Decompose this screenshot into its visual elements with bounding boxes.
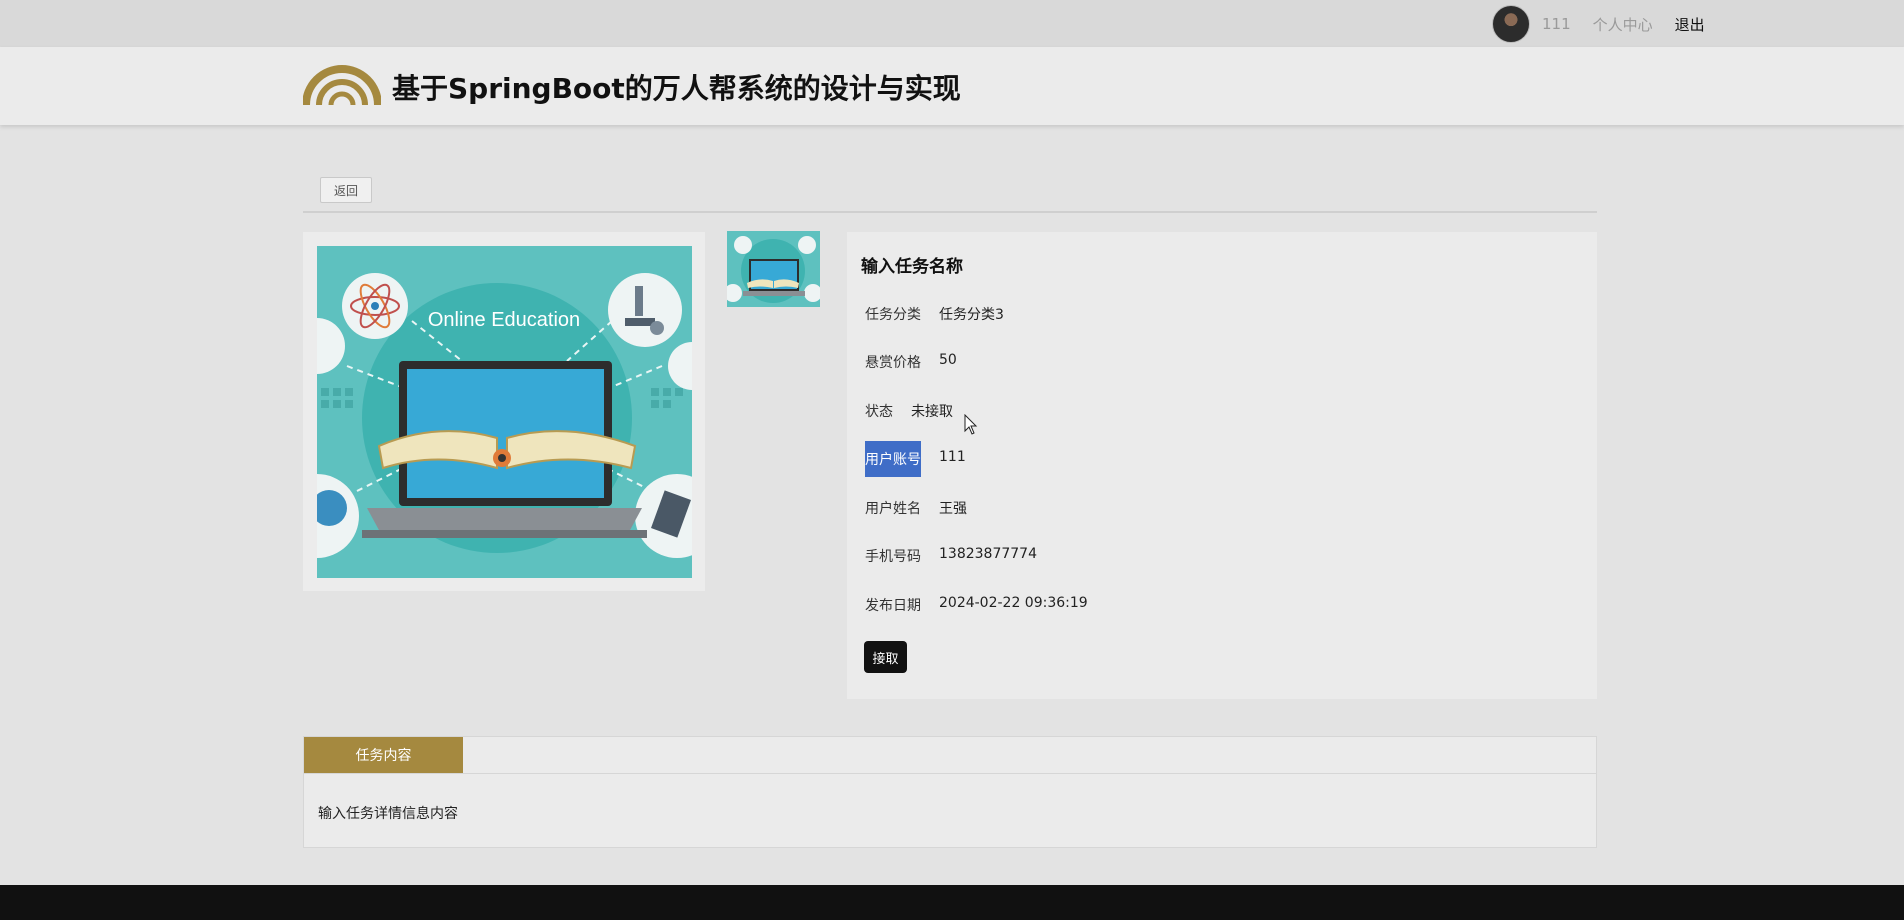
thumbnail-image[interactable] — [727, 231, 820, 307]
svg-text:Online Education: Online Education — [428, 309, 580, 331]
rainbow-logo-icon — [303, 65, 381, 106]
field-label: 状态 — [865, 404, 893, 420]
online-education-image: Online Education — [317, 246, 692, 578]
field-value: 50 — [939, 352, 957, 368]
site-header: 基于SpringBoot的万人帮系统的设计与实现 — [0, 47, 1904, 125]
field-value: 13823877774 — [939, 546, 1037, 562]
task-content-section: 任务内容 输入任务详情信息内容 — [303, 736, 1597, 848]
field-row-account: 用户账号 111 — [865, 441, 966, 477]
field-label: 手机号码 — [865, 549, 921, 565]
tab-task-content[interactable]: 任务内容 — [304, 737, 463, 773]
divider — [303, 211, 1597, 213]
field-value: 111 — [939, 449, 966, 465]
field-label: 任务分类 — [865, 307, 921, 323]
field-row-price: 悬赏价格 50 — [865, 352, 957, 372]
main-image-frame: Online Education — [303, 232, 705, 591]
top-bar: 111 个人中心 退出 — [0, 0, 1904, 47]
field-value: 2024-02-22 09:36:19 — [939, 595, 1088, 611]
site-title: 基于SpringBoot的万人帮系统的设计与实现 — [392, 72, 961, 105]
task-info-panel: 输入任务名称 任务分类 任务分类3 悬赏价格 50 状态 未接取 用户账号 11… — [847, 232, 1597, 699]
task-content-text: 输入任务详情信息内容 — [318, 806, 458, 822]
user-avatar[interactable] — [1492, 5, 1530, 43]
tab-divider — [304, 773, 1596, 774]
user-menu: 111 个人中心 退出 — [1492, 5, 1705, 43]
field-row-date: 发布日期 2024-02-22 09:36:19 — [865, 595, 1088, 615]
field-row-category: 任务分类 任务分类3 — [865, 304, 1004, 324]
field-label: 发布日期 — [865, 598, 921, 614]
status-value: 未接取 — [911, 404, 953, 420]
field-row-name: 用户姓名 王强 — [865, 498, 967, 518]
field-value: 王强 — [939, 501, 967, 517]
personal-center-link[interactable]: 个人中心 — [1593, 14, 1653, 35]
field-row-status: 状态 未接取 — [865, 401, 953, 421]
username-label[interactable]: 111 — [1542, 15, 1571, 33]
back-button[interactable]: 返回 — [320, 177, 372, 203]
mouse-cursor-icon — [964, 414, 978, 435]
field-value: 任务分类3 — [939, 307, 1004, 323]
page-footer — [0, 885, 1904, 920]
field-label: 悬赏价格 — [865, 355, 921, 371]
field-row-phone: 手机号码 13823877774 — [865, 546, 1037, 566]
accept-button[interactable]: 接取 — [864, 641, 907, 673]
task-name: 输入任务名称 — [861, 257, 963, 277]
logout-link[interactable]: 退出 — [1675, 14, 1705, 35]
field-label: 用户姓名 — [865, 501, 921, 517]
field-label: 用户账号 — [865, 441, 921, 477]
